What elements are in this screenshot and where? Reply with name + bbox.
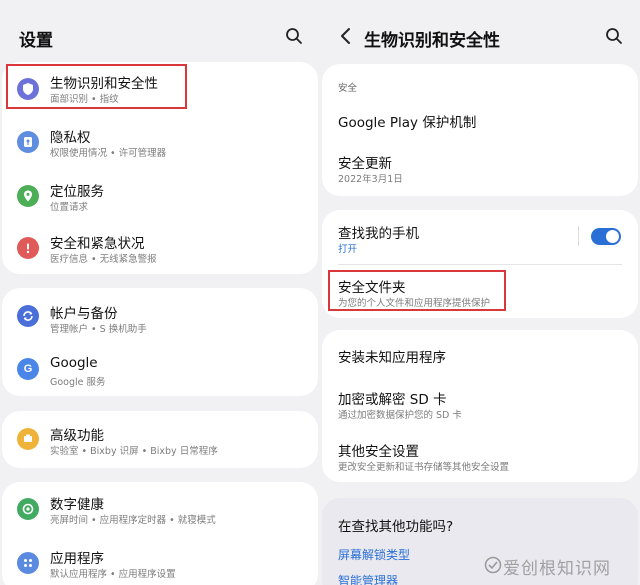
- section-label-security: 安全: [338, 83, 358, 94]
- secure-folder-highlight-box: [328, 270, 506, 311]
- digital-wellbeing-icon: [17, 498, 39, 520]
- settings-item-privacy[interactable]: 隐私权 权限使用情况 • 许可管理器: [2, 116, 318, 170]
- advanced-features-icon: [17, 428, 39, 450]
- looking-for-more-prompt: 在查找其他功能吗?: [338, 519, 454, 535]
- toggle-separator: [578, 226, 579, 246]
- page-title: 设置: [19, 31, 53, 51]
- settings-item-advanced-features[interactable]: 高级功能 实验室 • Bixby 识屏 • Bixby 日常程序: [2, 411, 318, 468]
- settings-group-wellbeing: 数字健康 亮屏时间 • 应用程序定时器 • 就寝模式 应用程序 默认应用程序 •…: [2, 482, 318, 585]
- settings-item-apps[interactable]: 应用程序 默认应用程序 • 应用程序设置: [2, 536, 318, 585]
- watermark-logo-icon: [484, 556, 502, 574]
- settings-group-accounts: 帐户与备份 管理帐户 • S 换机助手 G Google Google 服务: [2, 288, 318, 396]
- security-item-encrypt-sd[interactable]: 加密或解密 SD 卡 通过加密数据保护您的 SD 卡: [322, 378, 638, 430]
- back-arrow-icon[interactable]: [336, 24, 356, 48]
- other-security-group: 安装未知应用程序 加密或解密 SD 卡 通过加密数据保护您的 SD 卡 其他安全…: [322, 330, 638, 482]
- watermark-text: 爱创根知识网: [503, 559, 611, 579]
- security-item-install-unknown-apps[interactable]: 安装未知应用程序: [322, 330, 638, 378]
- biometrics-highlight-box: [6, 64, 187, 109]
- security-item-other-settings[interactable]: 其他安全设置 更改安全更新和证书存储等其他安全设置: [322, 430, 638, 482]
- page-title: 生物识别和安全性: [364, 31, 500, 51]
- biometrics-header: 生物识别和安全性: [320, 0, 640, 70]
- search-icon[interactable]: [285, 27, 303, 45]
- link-smart-manager[interactable]: 智能管理器: [338, 572, 398, 585]
- google-icon: G: [17, 358, 39, 380]
- biometrics-security-panel: 生物识别和安全性 安全 Google Play 保护机制 安全更新 2022年3…: [320, 0, 640, 585]
- privacy-icon: [17, 131, 39, 153]
- toggle-knob: [606, 230, 619, 243]
- security-item-find-my-phone[interactable]: 查找我的手机 打开: [322, 210, 638, 264]
- apps-icon: [17, 552, 39, 574]
- security-group: 安全 Google Play 保护机制 安全更新 2022年3月1日: [322, 64, 638, 196]
- settings-item-digital-wellbeing[interactable]: 数字健康 亮屏时间 • 应用程序定时器 • 就寝模式: [2, 482, 318, 536]
- settings-item-location[interactable]: 定位服务 位置请求: [2, 170, 318, 224]
- security-item-security-update[interactable]: 安全更新 2022年3月1日: [322, 144, 638, 192]
- settings-item-emergency[interactable]: 安全和紧急状况 医疗信息 • 无线紧急警报: [2, 224, 318, 274]
- settings-panel: 设置 生物识别和安全性 面部识别 • 指纹 隐私权 权限使用情况 • 许可管理器…: [0, 0, 320, 585]
- location-icon: [17, 185, 39, 207]
- find-my-phone-toggle[interactable]: [591, 228, 621, 245]
- emergency-icon: [17, 237, 39, 259]
- settings-group-advanced: 高级功能 实验室 • Bixby 识屏 • Bixby 日常程序: [2, 411, 318, 468]
- link-screen-lock-type[interactable]: 屏幕解锁类型: [338, 546, 410, 563]
- security-item-play-protect[interactable]: Google Play 保护机制: [322, 100, 638, 140]
- settings-item-accounts-backup[interactable]: 帐户与备份 管理帐户 • S 换机助手: [2, 288, 318, 342]
- settings-item-google[interactable]: G Google Google 服务: [2, 342, 318, 396]
- search-icon[interactable]: [605, 27, 623, 45]
- sync-icon: [17, 305, 39, 327]
- settings-header: 设置: [0, 0, 320, 70]
